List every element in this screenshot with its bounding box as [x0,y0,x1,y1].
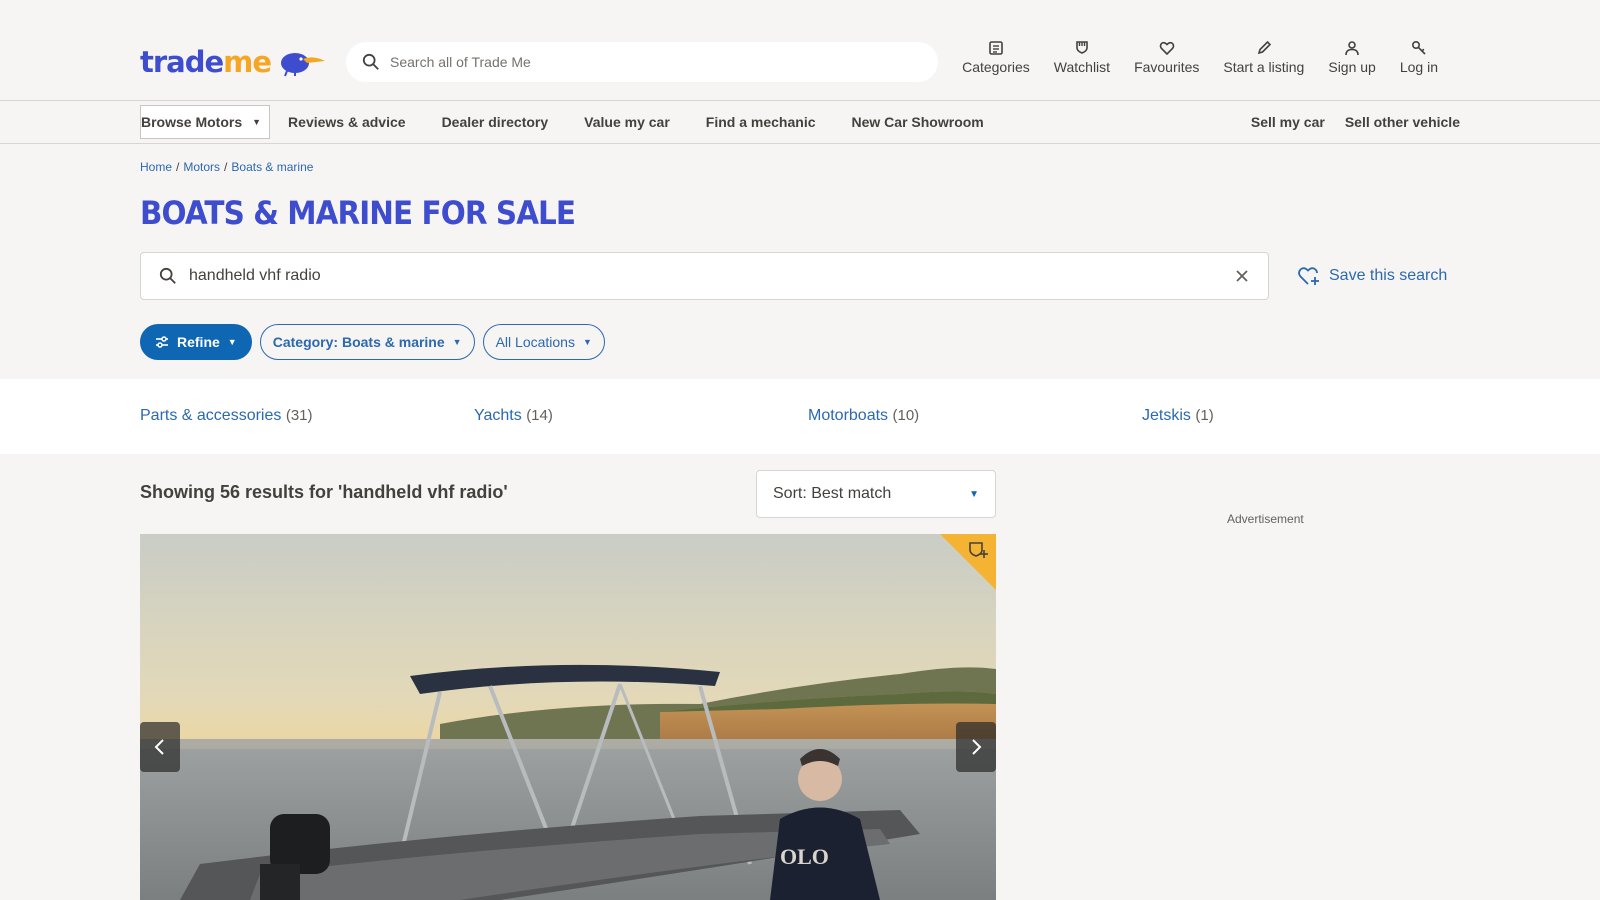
sliders-icon [156,336,168,348]
logo-word-me: me [223,45,272,79]
category-filter[interactable]: Category: Boats & marine ▼ [259,324,475,360]
subcategory-count: (1) [1195,407,1214,424]
user-icon [1345,41,1359,56]
global-search-bar[interactable] [346,42,938,82]
refine-label: Refine [177,334,220,350]
breadcrumb-boats-marine[interactable]: Boats & marine [231,160,313,174]
caret-down-icon: ▼ [227,337,237,347]
categories-icon [989,41,1003,55]
sort-dropdown[interactable]: Sort: Best match ▼ [756,470,996,518]
listing-photo: OLO [140,534,996,900]
sort-label: Sort: Best match [773,485,892,502]
nav-dealer-directory[interactable]: Dealer directory [442,114,549,130]
page-title: Boats & marine for sale [140,194,576,232]
listing-search-input[interactable] [189,267,1234,285]
watchlist-corner-badge[interactable] [940,534,996,590]
close-icon[interactable] [1234,268,1250,284]
listing-card[interactable]: OLO [140,534,996,900]
save-search-label: Save this search [1329,267,1448,284]
motors-nav: Browse Motors ▼ Reviews & advice Dealer … [0,101,1600,144]
subcategory-count: (10) [892,407,920,424]
trademe-logo[interactable]: trademe [140,44,326,80]
subcategory-label: Jetskis [1142,407,1191,424]
subcategory-yachts[interactable]: Yachts (14) [474,407,553,425]
subcategory-parts-accessories[interactable]: Parts & accessories (31) [140,407,313,425]
logo-word-trade: trade [140,45,224,79]
subcategory-label: Motorboats [808,407,889,424]
nav-find-a-mechanic[interactable]: Find a mechanic [706,114,816,130]
subcategory-strip: Parts & accessories (31) Yachts (14) Mot… [0,379,1600,454]
key-icon [1411,40,1426,55]
favourites-link[interactable]: Favourites [1122,40,1211,75]
location-filter-label: All Locations [495,334,575,350]
start-listing-label: Start a listing [1223,59,1305,75]
caret-down-icon: ▼ [582,337,592,347]
nav-value-my-car[interactable]: Value my car [584,114,670,130]
heart-icon [1159,41,1175,56]
sign-up-link[interactable]: Sign up [1316,40,1387,75]
search-icon [159,267,176,284]
browse-motors-dropdown[interactable]: Browse Motors ▼ [140,105,271,139]
subcategory-label: Yachts [474,407,522,424]
breadcrumb-motors[interactable]: Motors [183,160,220,174]
refine-button[interactable]: Refine ▼ [140,324,252,360]
pencil-icon [1257,40,1272,55]
motors-nav-left: Browse Motors ▼ Reviews & advice Dealer … [140,105,984,139]
location-filter[interactable]: All Locations ▼ [482,324,605,360]
search-icon [362,53,379,70]
sign-up-label: Sign up [1328,59,1376,75]
subcategory-label: Parts & accessories [140,407,282,424]
top-header: trademe Categories Watchlist Favourites … [0,0,1600,101]
categories-label: Categories [962,59,1030,75]
filter-bar: Refine ▼ Category: Boats & marine ▼ All … [140,324,605,360]
breadcrumb-separator: / [176,160,180,174]
subcategory-count: (31) [285,407,313,424]
browse-motors-label: Browse Motors [141,114,243,130]
caret-down-icon: ▼ [452,337,462,347]
log-in-link[interactable]: Log in [1388,40,1450,75]
watchlist-icon [1076,41,1088,54]
watchlist-label: Watchlist [1053,59,1111,75]
chevron-left-icon [154,739,164,755]
nav-new-car-showroom[interactable]: New Car Showroom [852,114,984,130]
save-search-button[interactable]: Save this search [1297,264,1447,288]
watchlist-link[interactable]: Watchlist [1042,40,1122,75]
breadcrumb: Home / Motors / Boats & marine [140,160,313,174]
header-actions: Categories Watchlist Favourites Start a … [950,40,1450,75]
motors-nav-right: Sell my car Sell other vehicle [1251,105,1460,139]
caret-down-icon: ▼ [969,488,979,500]
svg-text:OLO: OLO [780,844,829,869]
nav-reviews-advice[interactable]: Reviews & advice [288,114,406,130]
log-in-label: Log in [1399,59,1438,75]
heart-plus-icon [1298,267,1319,285]
nav-sell-my-car[interactable]: Sell my car [1251,114,1325,130]
category-filter-label: Category: Boats & marine [272,334,445,350]
advertisement-label: Advertisement [1227,512,1304,526]
breadcrumb-home[interactable]: Home [140,160,172,174]
categories-link[interactable]: Categories [950,40,1042,75]
listing-search-bar[interactable] [140,252,1269,300]
results-summary: Showing 56 results for 'handheld vhf rad… [140,482,508,502]
start-listing-link[interactable]: Start a listing [1211,40,1316,75]
kiwi-icon [281,53,326,77]
favourites-label: Favourites [1134,59,1200,75]
subcategory-count: (14) [526,407,553,424]
caret-down-icon: ▼ [252,117,262,127]
breadcrumb-separator: / [224,160,228,174]
global-search-input[interactable] [390,54,910,70]
carousel-prev-button[interactable] [140,722,180,772]
nav-sell-other-vehicle[interactable]: Sell other vehicle [1345,114,1460,130]
subcategory-motorboats[interactable]: Motorboats (10) [808,407,919,425]
subcategory-jetskis[interactable]: Jetskis (1) [1142,407,1214,425]
chevron-right-icon [972,739,982,755]
carousel-next-button[interactable] [956,722,996,772]
